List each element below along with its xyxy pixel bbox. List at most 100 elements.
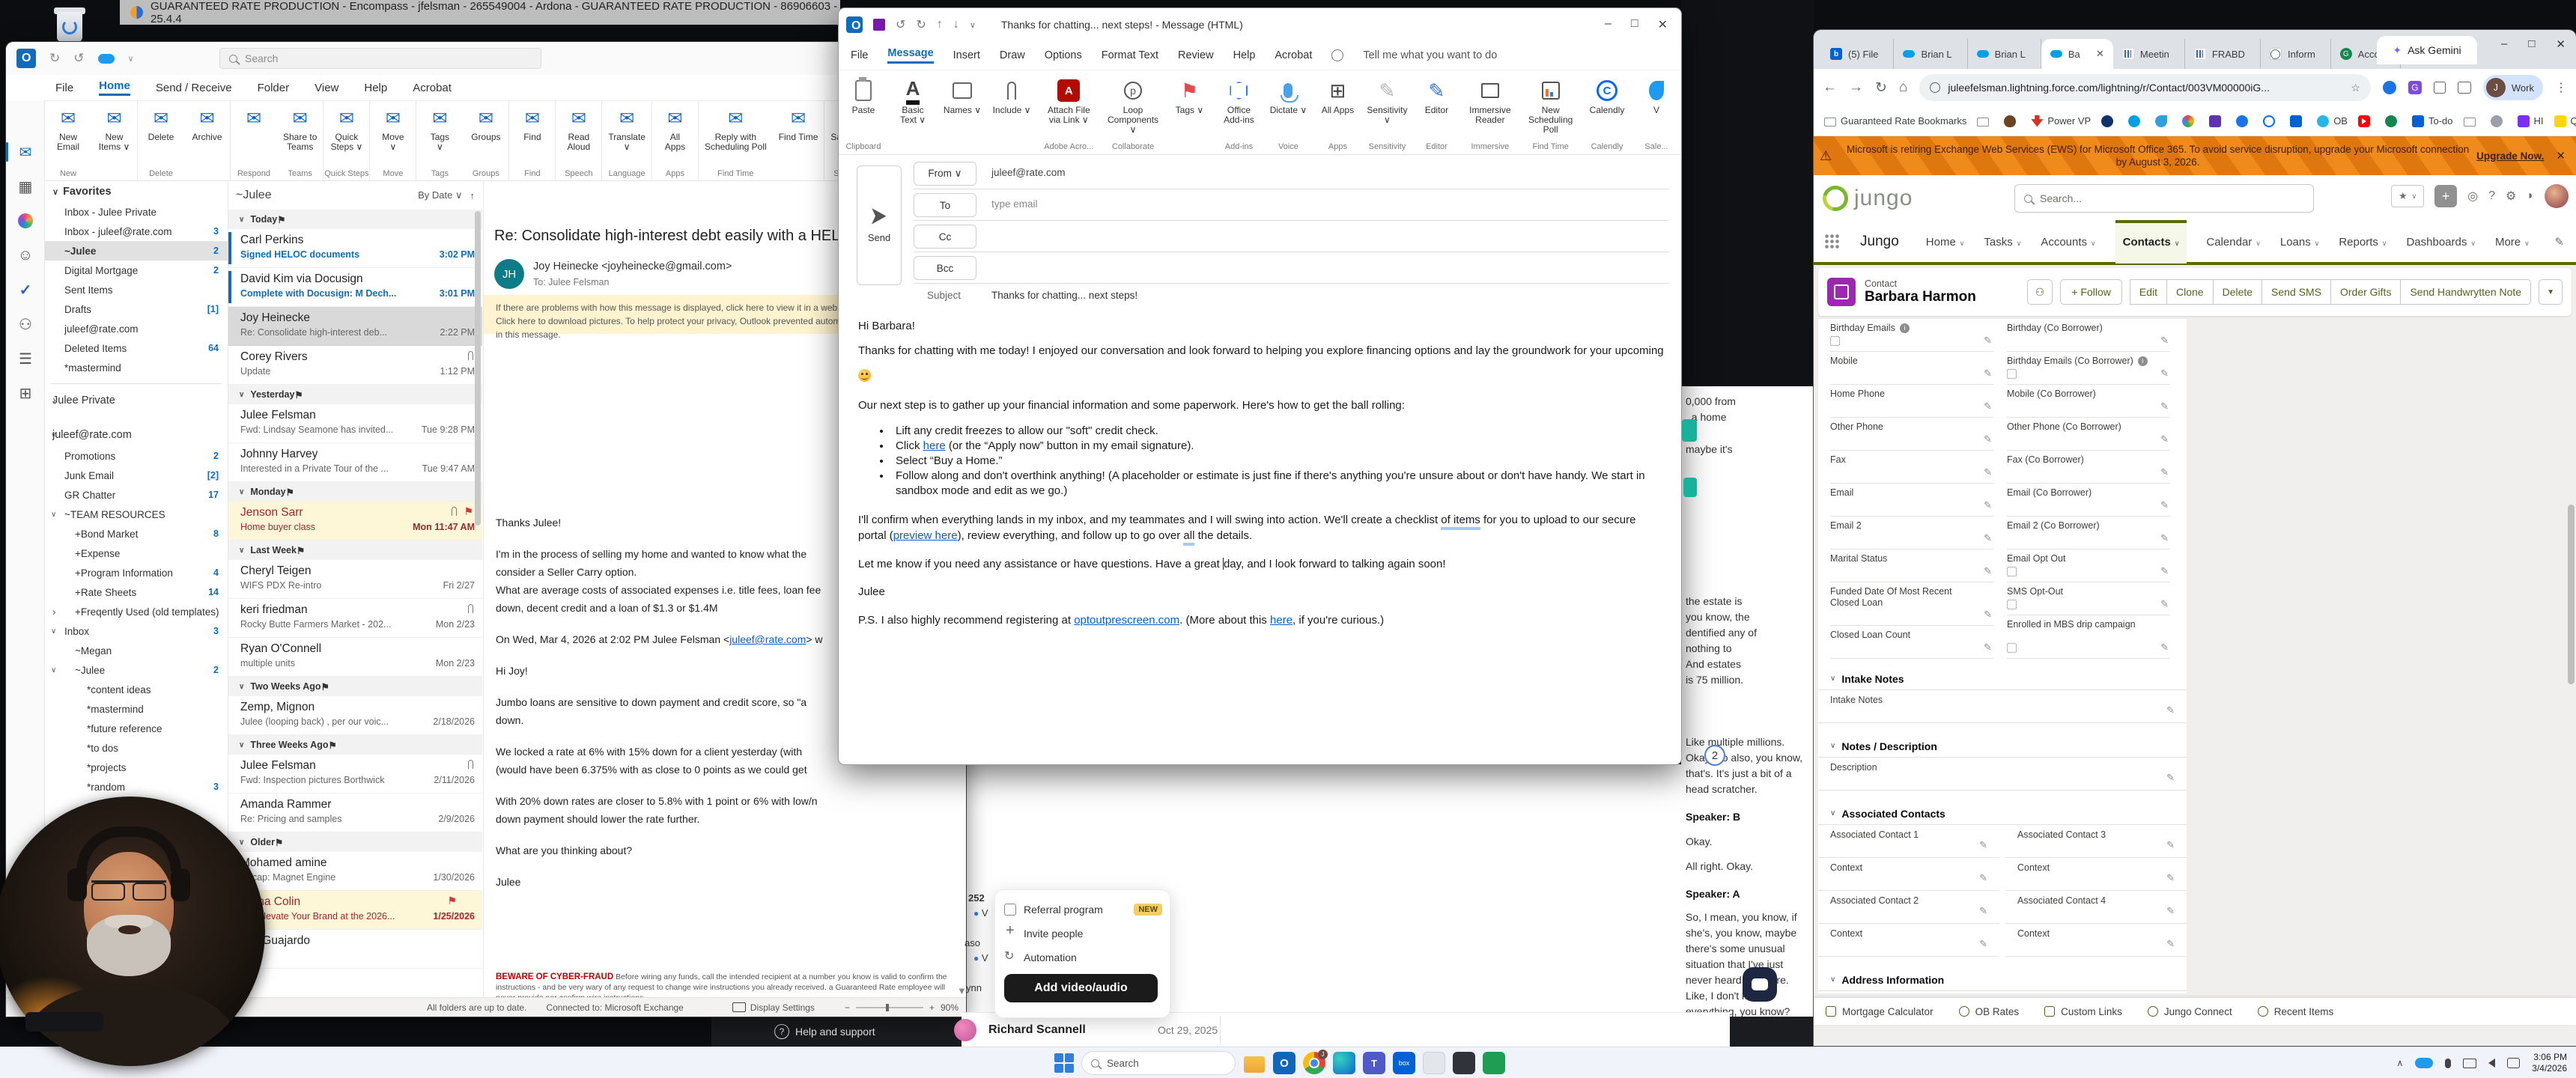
edit-nav-pencil-icon[interactable]: ✎: [2554, 235, 2564, 249]
editor-suggestion[interactable]: all: [1183, 529, 1194, 546]
edit-pencil-icon[interactable]: ✎: [2160, 598, 2169, 610]
bcc-button[interactable]: Bcc: [914, 256, 976, 280]
speaker-icon[interactable]: [2488, 1059, 2495, 1068]
message-row[interactable]: Mia Guajardo ⚑: [228, 930, 482, 969]
bookmark-item[interactable]: [2004, 115, 2020, 127]
extensions-puzzle-icon[interactable]: [2434, 82, 2446, 94]
section-header-associated-contacts[interactable]: Associated Contacts: [1818, 803, 2187, 825]
trailhead-icon[interactable]: ◎: [2467, 189, 2478, 204]
upgrade-now-link[interactable]: Upgrade Now.: [2476, 150, 2544, 162]
folder-item[interactable]: ~TEAM RESOURCES: [45, 505, 228, 524]
cloud-icon[interactable]: [98, 54, 115, 64]
edit-pencil-icon[interactable]: ✎: [2160, 565, 2169, 577]
follow-button[interactable]: + Follow: [2060, 279, 2122, 305]
banner-close-icon[interactable]: ✕: [2556, 149, 2566, 162]
folder-item[interactable]: ~Megan: [45, 641, 228, 660]
message-row[interactable]: keri friedman Rocky Butte Farmers Market…: [228, 599, 482, 638]
message-row[interactable]: David Kim via Docusign Complete with Doc…: [228, 268, 482, 307]
fathom-transcript-panel[interactable]: 0,000 from , a home maybe it's the estat…: [1681, 386, 1814, 1017]
edit-pencil-icon[interactable]: ✎: [2160, 401, 2169, 412]
folder-item[interactable]: *mastermind: [45, 699, 228, 719]
ribbon-button[interactable]: ✉ Delete Delete: [138, 101, 184, 180]
folder-item[interactable]: *future reference: [45, 719, 228, 738]
edit-pencil-icon[interactable]: ✎: [2166, 704, 2175, 716]
ribbon-button[interactable]: Paste Clipboard: [839, 70, 888, 154]
edit-pencil-icon[interactable]: ✎: [2160, 499, 2169, 511]
message-row[interactable]: Three Weeks Ago ⚑: [228, 735, 482, 755]
folder-item[interactable]: +Program Information 4: [45, 563, 228, 582]
bookmark-item[interactable]: [2101, 115, 2118, 127]
extension-icon[interactable]: [2383, 81, 2396, 94]
utility-bar-item[interactable]: Recent Items: [2258, 1006, 2334, 1017]
utility-bar-item[interactable]: Mortgage Calculator: [1826, 1006, 1933, 1017]
ribbon-button[interactable]: Include ∨: [987, 70, 1036, 154]
ribbon-tab[interactable]: Help: [364, 82, 387, 94]
org-module-icon[interactable]: ⚇: [6, 307, 45, 341]
browser-tab[interactable]: Inform: [2261, 39, 2331, 69]
bookmark-star-icon[interactable]: ☆: [2351, 82, 2360, 94]
folder-item[interactable]: +Rate Sheets 14: [45, 582, 228, 602]
bookmark-item[interactable]: [2155, 115, 2172, 127]
ribbon-button[interactable]: ✉ Quick Steps ∨ Quick Steps: [323, 101, 370, 180]
sort-direction-icon[interactable]: ↑: [470, 190, 476, 201]
editor-suggestion[interactable]: of items: [1441, 514, 1480, 530]
message-row[interactable]: Johnny Harvey Interested in a Private To…: [228, 443, 482, 482]
action-button[interactable]: Send SMS: [2261, 279, 2330, 305]
tray-expand-icon[interactable]: ∧: [2396, 1058, 2403, 1068]
bookmark-item[interactable]: [1977, 116, 1993, 127]
onedrive-icon[interactable]: [2415, 1058, 2433, 1068]
folder-item[interactable]: juleef@rate.com: [45, 424, 228, 446]
edit-pencil-icon[interactable]: ✎: [1979, 938, 1987, 950]
browser-tab[interactable]: Brian L: [1968, 39, 2041, 69]
nav-item[interactable]: Dashboards: [2406, 220, 2475, 264]
ribbon-tab[interactable]: Home: [99, 79, 130, 96]
chrome-taskbar-icon[interactable]: J: [1303, 1052, 1325, 1074]
ribbon-tab[interactable]: File: [55, 82, 73, 94]
folder-item[interactable]: *content ideas: [45, 680, 228, 699]
sender-avatar[interactable]: JH: [494, 259, 524, 289]
app-icon[interactable]: [1423, 1052, 1445, 1074]
more-actions-button[interactable]: ▼: [2539, 279, 2563, 305]
referral-program-item[interactable]: Referral program NEW: [1004, 898, 1162, 922]
app-name[interactable]: Jungo: [1860, 234, 1899, 250]
ribbon-button[interactable]: A Attach File via Link ∨ Adobe Acro...: [1036, 70, 1102, 154]
chat-widget-button[interactable]: [1743, 967, 1777, 1002]
action-button[interactable]: Order Gifts: [2330, 279, 2400, 305]
message-row[interactable]: Jenson Sarr Home buyer class Mon 11:47 A…: [228, 502, 482, 540]
edit-pencil-icon[interactable]: ✎: [1984, 532, 1992, 544]
edit-pencil-icon[interactable]: ✎: [1984, 368, 1992, 380]
edit-pencil-icon[interactable]: ✎: [2166, 938, 2175, 950]
bookmark-item[interactable]: [2236, 115, 2253, 127]
cc-button[interactable]: Cc: [914, 225, 976, 249]
folder-item[interactable]: *projects: [45, 758, 228, 777]
setup-gear-icon[interactable]: ⚙: [2506, 189, 2516, 204]
site-settings-icon[interactable]: [1930, 82, 1940, 93]
down-icon[interactable]: ↓: [953, 18, 959, 31]
section-header-notes-description[interactable]: Notes / Description: [1818, 735, 2187, 758]
nav-item[interactable]: Home: [1926, 220, 1965, 264]
bookmark-item[interactable]: QUO: [2554, 115, 2576, 127]
jungo-search-input[interactable]: Search...: [2014, 184, 2314, 213]
bookmark-item[interactable]: [2385, 115, 2402, 127]
tab-close-icon[interactable]: ✕: [2096, 48, 2104, 60]
ribbon-tab[interactable]: Draw: [1000, 49, 1025, 61]
grammarly-extension-icon[interactable]: G: [2408, 81, 2422, 94]
display-settings-button[interactable]: Display Settings: [732, 1002, 815, 1013]
ribbon-button[interactable]: ✉ Groups Groups: [463, 101, 509, 180]
tellme-label[interactable]: Tell me what you want to do: [1363, 49, 1497, 61]
ribbon-button[interactable]: ✉ Read Aloud Speech: [556, 101, 602, 180]
app-icon[interactable]: [1483, 1052, 1505, 1074]
profile-button[interactable]: J Work: [2483, 75, 2543, 100]
utility-bar-item[interactable]: OB Rates: [1959, 1006, 2020, 1017]
ribbon-tab[interactable]: Review: [1178, 49, 1214, 61]
folder-item[interactable]: Favorites: [45, 181, 228, 202]
edit-pencil-icon[interactable]: ✎: [2166, 905, 2175, 917]
utility-bar-item[interactable]: Jungo Connect: [2148, 1006, 2232, 1017]
forward-button[interactable]: →: [1849, 79, 1863, 96]
bookmark-item[interactable]: [2128, 115, 2145, 127]
folder-item[interactable]: Sent Items: [45, 280, 228, 299]
ribbon-button[interactable]: ✉ Respond: [231, 101, 277, 180]
display-icon[interactable]: [2463, 1059, 2476, 1068]
nav-item[interactable]: Accounts: [2041, 220, 2095, 264]
section-header-intake-notes[interactable]: Intake Notes: [1818, 668, 2187, 690]
